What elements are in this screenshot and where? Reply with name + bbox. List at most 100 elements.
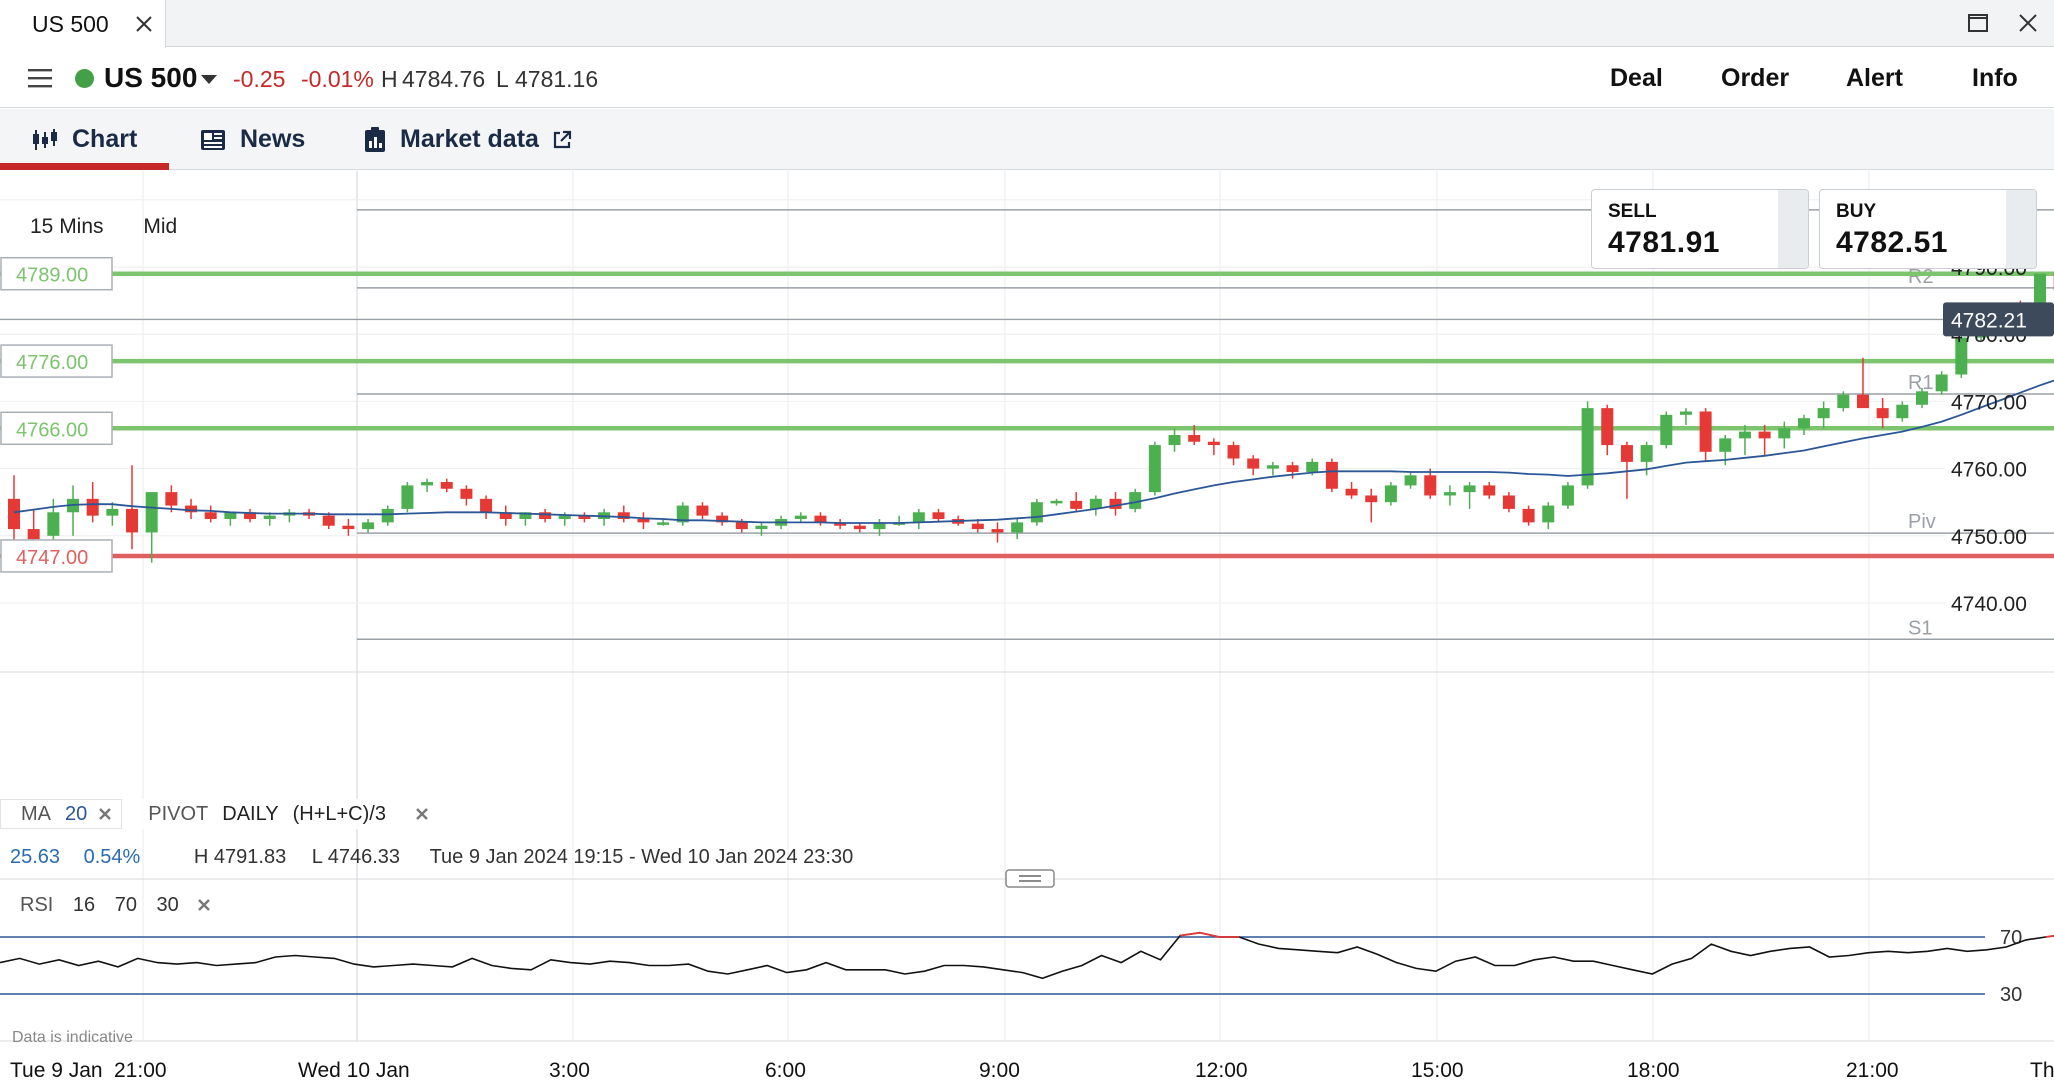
time-axis-label: 3:00 <box>549 1059 590 1082</box>
candle-body <box>794 515 807 519</box>
candle-body <box>47 512 60 536</box>
range-period: Tue 9 Jan 2024 19:15 - Wed 10 Jan 2024 2… <box>429 846 854 868</box>
pivot-indicator-chip[interactable]: PIVOT DAILY (H+L+C)/3 <box>122 799 448 829</box>
pivot-label: R2 <box>1908 266 1934 288</box>
window-close-icon[interactable] <box>2017 12 2039 34</box>
range-change: 25.63 <box>10 846 61 868</box>
candle-body <box>1660 414 1673 446</box>
buy-button[interactable]: BUY 4782.51 <box>1819 189 2037 269</box>
candle-body <box>1207 441 1220 446</box>
alert-button[interactable]: Alert <box>1846 64 1903 93</box>
deal-button[interactable]: Deal <box>1610 64 1663 93</box>
price-level-value: 4747.00 <box>16 547 88 569</box>
tab-news[interactable]: News <box>200 109 305 170</box>
tab-news-label: News <box>240 125 306 153</box>
close-icon[interactable] <box>134 14 154 34</box>
menu-icon[interactable] <box>28 68 52 88</box>
rsi-line <box>0 931 2054 980</box>
candle-body <box>657 522 670 525</box>
ma-label: MA <box>21 802 51 825</box>
price-axis-label: 4770.00 <box>1951 391 2027 414</box>
rsi-threshold-label: 30 <box>2000 984 2022 1006</box>
sell-button[interactable]: SELL 4781.91 <box>1591 189 1809 269</box>
rsi-overbought-segment <box>1180 931 1200 937</box>
candle-body <box>1896 404 1909 419</box>
time-axis-label: 9:00 <box>979 1059 1020 1082</box>
candle-body <box>1286 465 1299 472</box>
tab-chart[interactable]: Chart <box>32 109 137 170</box>
remove-ma-icon[interactable] <box>97 806 113 822</box>
chevron-down-icon[interactable] <box>201 75 217 84</box>
market-open-status-icon <box>75 69 94 88</box>
maximize-icon[interactable] <box>1967 12 1989 34</box>
candle-body <box>27 529 40 540</box>
instrument-name[interactable]: US 500 <box>104 62 197 94</box>
candle-body <box>165 492 178 506</box>
range-change-percent: 0.54% <box>83 846 141 868</box>
candle-body <box>1876 408 1889 419</box>
candle-body <box>853 525 866 530</box>
ma-indicator-chip[interactable]: MA 20 <box>0 799 123 829</box>
price-axis-label: 4760.00 <box>1951 459 2027 482</box>
tab-market-data[interactable]: Market data <box>364 109 573 170</box>
candle-body <box>1030 502 1043 523</box>
low-label: L <box>496 66 509 92</box>
rsi-legend[interactable]: RSI 16 70 30 <box>20 894 212 917</box>
remove-pivot-icon[interactable] <box>414 806 430 822</box>
rsi-lower: 30 <box>156 894 179 916</box>
pivot-period: DAILY <box>222 802 279 825</box>
time-axis-label: Tue 9 Jan <box>10 1059 103 1082</box>
time-axis-label: 21:00 <box>114 1059 167 1082</box>
candle-body <box>1738 431 1751 439</box>
sell-button-strip <box>1778 190 1808 268</box>
candle-body <box>1404 475 1417 486</box>
candle-body <box>1247 458 1260 469</box>
candle-body <box>1522 508 1535 523</box>
price-type-selector[interactable]: Mid <box>143 215 177 238</box>
instrument-header: US 500 -0.25 -0.01% H 4784.76 L 4781.16 … <box>0 48 2054 108</box>
candle-body <box>558 515 571 519</box>
candle-body <box>1699 411 1712 452</box>
candle-body <box>204 512 217 519</box>
candle-body <box>696 505 709 516</box>
candle-body <box>1168 435 1181 446</box>
candle-body <box>1561 485 1574 506</box>
time-axis-label: 12:00 <box>1195 1059 1248 1082</box>
candle-body <box>1483 485 1496 496</box>
price-chart[interactable]: R3R2R1PivS1 4740.004750.004760.004770.00… <box>0 171 2054 1090</box>
candle-body <box>362 522 375 530</box>
order-button[interactable]: Order <box>1721 64 1789 93</box>
candle-body <box>1306 461 1319 472</box>
candle-body <box>440 482 453 489</box>
candle-body <box>814 515 827 523</box>
candle-body <box>1011 522 1024 533</box>
remove-rsi-icon[interactable] <box>196 897 212 913</box>
candle-body <box>1424 475 1437 496</box>
candle-body <box>1365 495 1378 503</box>
candle-body <box>106 508 119 516</box>
ma-20-line <box>13 379 2054 524</box>
indicator-legend: MA 20 PIVOT DAILY (H+L+C)/3 <box>0 799 448 829</box>
candle-body <box>480 498 493 513</box>
candle-body <box>1679 411 1692 415</box>
price-change-percent: -0.01% <box>301 66 374 92</box>
candle-body <box>735 522 748 530</box>
time-axis-label: Wed 10 Jan <box>298 1059 410 1082</box>
rsi-label: RSI <box>20 894 54 916</box>
ma-period: 20 <box>65 802 88 825</box>
candle-body <box>1837 394 1850 409</box>
data-indicative-note: Data is indicative <box>12 1029 133 1046</box>
candle-body <box>1070 500 1083 509</box>
candle-body <box>460 488 473 499</box>
candle-body <box>1050 500 1063 504</box>
current-price-value: 4782.21 <box>1951 309 2027 332</box>
candle-body <box>1856 394 1869 409</box>
buy-price: 4782.51 <box>1836 226 1948 259</box>
info-button[interactable]: Info <box>1972 64 2018 93</box>
timeframe-selector[interactable]: 15 Mins <box>30 215 104 238</box>
chart-area[interactable]: R3R2R1PivS1 4740.004750.004760.004770.00… <box>0 171 2054 1090</box>
candle-body <box>1778 428 1791 439</box>
candle-body <box>971 523 984 530</box>
window-tab[interactable]: US 500 <box>0 0 166 48</box>
time-axis-label: Th <box>2030 1059 2054 1082</box>
